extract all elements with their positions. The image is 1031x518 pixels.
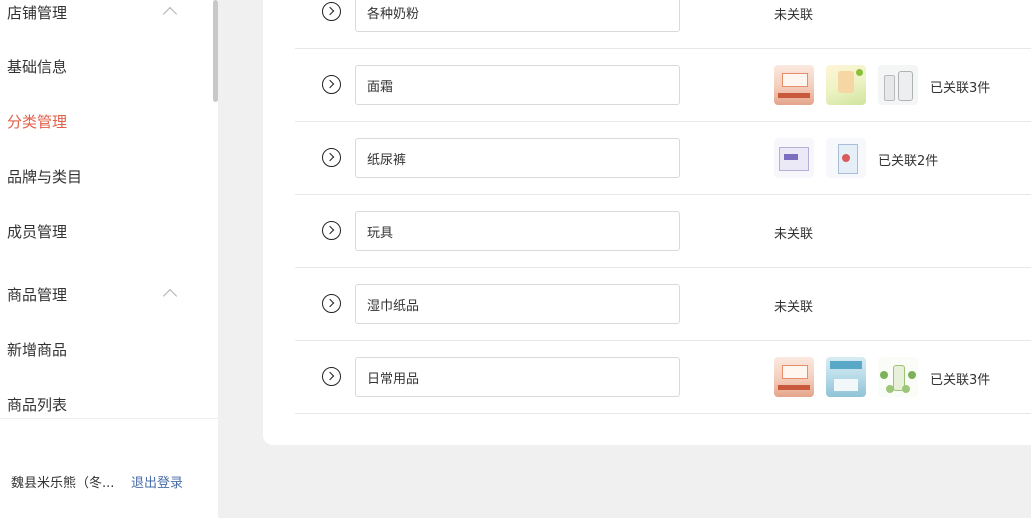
diaper-pack-icon[interactable] <box>774 138 814 178</box>
link-status: 已关联3件 <box>930 81 991 96</box>
link-status: 已关联3件 <box>930 373 991 388</box>
sidebar: 店铺管理 基础信息 分类管理 品牌与类目 成员管理 商品管理 新增商品 商品列表… <box>0 0 218 518</box>
product-box-icon[interactable] <box>774 65 814 105</box>
category-row: 已关联3件 <box>295 340 1031 414</box>
sidebar-item-label: 新增商品 <box>7 341 68 359</box>
chevron-right-circle-icon[interactable] <box>322 75 341 94</box>
chevron-right-circle-icon[interactable] <box>322 2 341 21</box>
logout-link[interactable]: 退出登录 <box>131 472 183 491</box>
sidebar-group-products[interactable]: 商品管理 <box>0 279 210 309</box>
link-status: 已关联2件 <box>878 154 939 169</box>
product-circle-icon[interactable] <box>878 357 918 397</box>
user-name: 魏县米乐熊（冬... <box>11 476 115 491</box>
sidebar-group-label: 商品管理 <box>7 286 68 304</box>
sidebar-item-members[interactable]: 成员管理 <box>0 216 210 246</box>
category-name-input[interactable] <box>355 357 680 397</box>
sidebar-group-shop[interactable]: 店铺管理 <box>0 0 210 27</box>
app-root: 店铺管理 基础信息 分类管理 品牌与类目 成员管理 商品管理 新增商品 商品列表… <box>0 0 1031 518</box>
product-box-icon[interactable] <box>774 357 814 397</box>
chevron-right-circle-icon[interactable] <box>322 221 341 240</box>
sidebar-item-label: 成员管理 <box>7 223 68 241</box>
sidebar-item-label: 分类管理 <box>7 113 68 131</box>
product-box-icon[interactable] <box>826 65 866 105</box>
link-status: 未关联 <box>774 8 814 23</box>
sidebar-group-label: 店铺管理 <box>7 4 68 22</box>
category-name-input[interactable] <box>355 211 680 251</box>
chevron-right-circle-icon[interactable] <box>322 294 341 313</box>
chevron-right-circle-icon[interactable] <box>322 148 341 167</box>
category-row: 已关联2件 <box>295 121 1031 195</box>
store-shelf-icon[interactable] <box>826 357 866 397</box>
sidebar-scrollbar[interactable] <box>213 0 218 102</box>
category-row: 已关联3件 <box>295 48 1031 122</box>
sidebar-item-basic-info[interactable]: 基础信息 <box>0 51 210 81</box>
category-name-input[interactable] <box>355 0 680 32</box>
sidebar-item-label: 品牌与类目 <box>7 168 83 186</box>
sidebar-divider <box>0 418 218 419</box>
bottles-icon[interactable] <box>878 65 918 105</box>
sidebar-item-category[interactable]: 分类管理 <box>0 106 210 136</box>
chevron-up-icon <box>162 288 178 304</box>
link-status: 未关联 <box>774 300 814 315</box>
sidebar-item-label: 基础信息 <box>7 58 68 76</box>
category-row: 未关联 <box>295 267 1031 341</box>
sidebar-item-product-list[interactable]: 商品列表 <box>0 389 210 419</box>
category-row: 未关联 <box>295 194 1031 268</box>
category-name-input[interactable] <box>355 138 680 178</box>
chevron-up-icon <box>162 6 178 22</box>
category-row: 未关联 <box>295 0 1031 49</box>
sidebar-item-brand[interactable]: 品牌与类目 <box>0 161 210 191</box>
sidebar-item-new-product[interactable]: 新增商品 <box>0 334 210 364</box>
category-name-input[interactable] <box>355 284 680 324</box>
sidebar-item-label: 商品列表 <box>7 396 68 414</box>
link-status: 未关联 <box>774 227 814 242</box>
chevron-right-circle-icon[interactable] <box>322 367 341 386</box>
diaper-pack-icon[interactable] <box>826 138 866 178</box>
category-name-input[interactable] <box>355 65 680 105</box>
